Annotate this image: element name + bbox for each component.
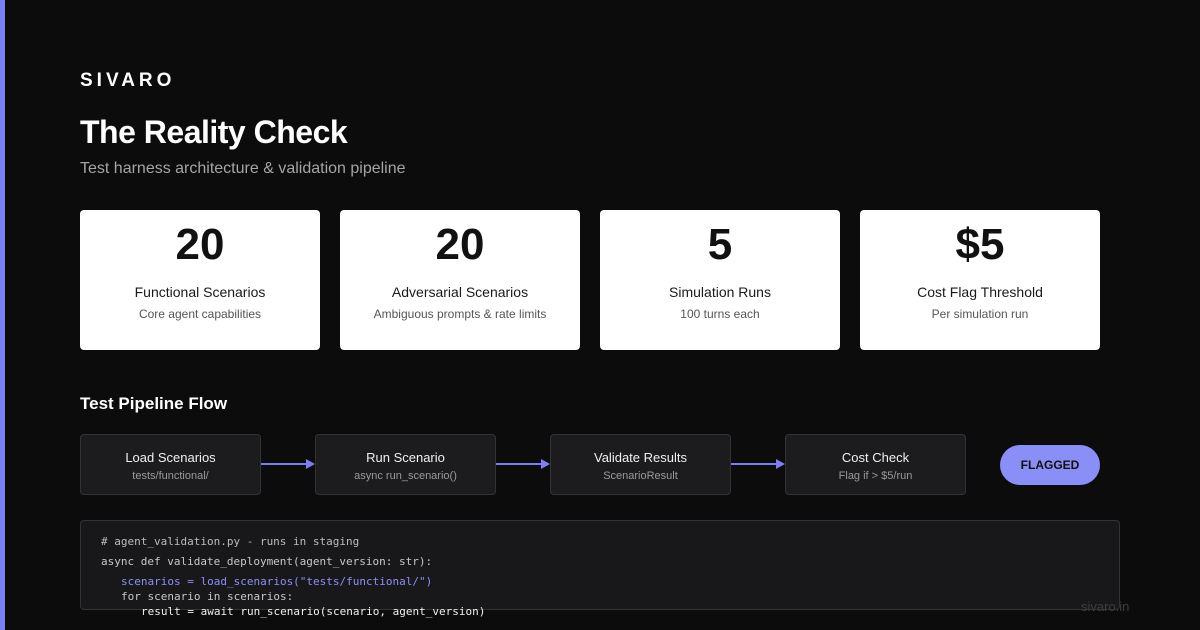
stat-value: 20 <box>175 220 225 269</box>
stat-card-functional: 20 Functional Scenarios Core agent capab… <box>80 210 320 350</box>
step-label: Cost Check <box>841 450 910 465</box>
step-label: Validate Results <box>594 450 687 465</box>
stat-description: 100 turns each <box>680 307 760 321</box>
code-line: for scenario in scenarios: <box>121 590 294 603</box>
stat-value: 5 <box>707 220 733 269</box>
code-line: async def validate_deployment(agent_vers… <box>101 555 433 568</box>
code-line-highlighted: scenarios = load_scenarios("tests/functi… <box>121 575 433 588</box>
code-block: # agent_validation.py - runs in staging … <box>80 520 1120 618</box>
stat-label: Functional Scenarios <box>134 284 266 300</box>
stat-value: $5 <box>955 220 1005 269</box>
pipeline-step-run: Run Scenario async run_scenario() <box>315 434 496 495</box>
flagged-badge: FLAGGED <box>1000 445 1100 485</box>
arrow-right-icon <box>731 459 785 469</box>
stat-label: Cost Flag Threshold <box>917 284 1043 300</box>
pipeline-step-cost: Cost Check Flag if > $5/run <box>785 434 966 495</box>
step-label: Run Scenario <box>366 450 445 465</box>
page-subtitle: Test harness architecture & validation p… <box>80 160 406 177</box>
pipeline-step-load: Load Scenarios tests/functional/ <box>80 434 261 495</box>
stat-description: Per simulation run <box>931 307 1029 321</box>
stat-description: Ambiguous prompts & rate limits <box>373 307 547 321</box>
step-description: tests/functional/ <box>132 470 209 482</box>
stat-label: Simulation Runs <box>669 284 771 300</box>
code-content: # agent_validation.py - runs in staging … <box>81 521 1121 630</box>
step-description: async run_scenario() <box>354 470 457 482</box>
pipeline-step-validate: Validate Results ScenarioResult <box>550 434 731 495</box>
page-title: The Reality Check <box>80 114 348 150</box>
code-comment: # agent_validation.py - runs in staging <box>101 535 360 548</box>
site-watermark: sivaro.in <box>1081 599 1130 614</box>
stat-label: Adversarial Scenarios <box>391 284 529 300</box>
arrow-right-icon <box>261 459 315 469</box>
step-description: ScenarioResult <box>603 470 678 482</box>
stat-description: Core agent capabilities <box>138 307 262 321</box>
stat-value: 20 <box>435 220 485 269</box>
code-line: result = await run_scenario(scenario, ag… <box>141 605 486 618</box>
arrow-right-icon <box>496 459 550 469</box>
brand-logo: SIVARO <box>80 70 176 91</box>
step-label: Load Scenarios <box>125 450 216 465</box>
stat-card-simulation: 5 Simulation Runs 100 turns each <box>600 210 840 350</box>
stat-card-adversarial: 20 Adversarial Scenarios Ambiguous promp… <box>340 210 580 350</box>
stats-row: 20 Functional Scenarios Core agent capab… <box>80 210 1100 350</box>
step-description: Flag if > $5/run <box>838 470 913 482</box>
accent-bar <box>0 0 5 630</box>
stat-card-cost: $5 Cost Flag Threshold Per simulation ru… <box>860 210 1100 350</box>
pipeline-flow: Load Scenarios tests/functional/ Run Sce… <box>80 434 1120 496</box>
pipeline-title: Test Pipeline Flow <box>80 394 228 413</box>
